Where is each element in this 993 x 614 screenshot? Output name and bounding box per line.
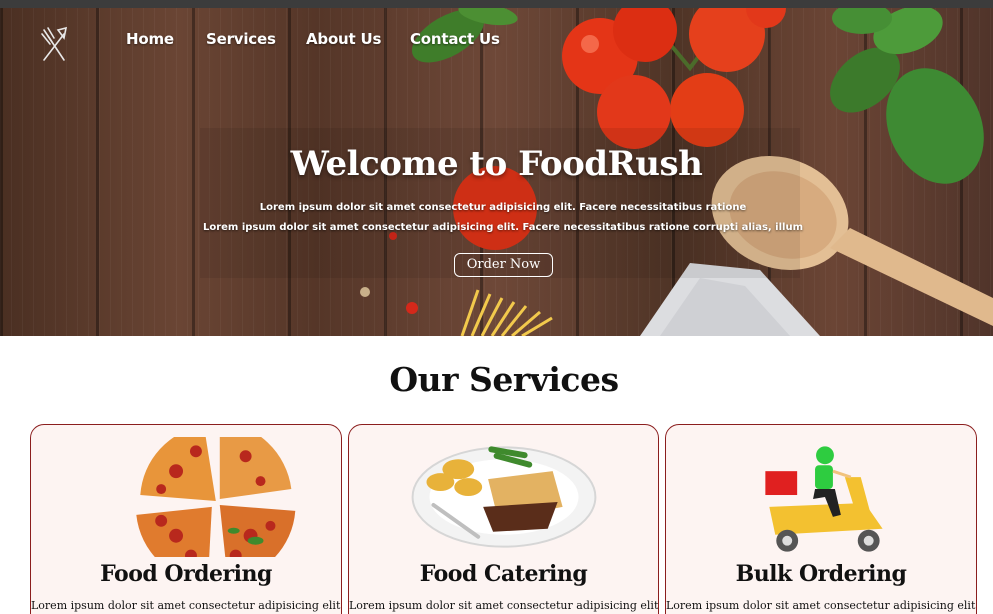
nav-home-link[interactable]: Home	[126, 30, 174, 48]
food-plate-image	[411, 446, 597, 548]
hero-description-line-2: Lorem ipsum dolor sit amet consectetur a…	[202, 222, 804, 233]
card-title: Food Catering	[419, 561, 588, 587]
fork-knife-icon[interactable]	[38, 24, 70, 64]
card-title: Food Ordering	[100, 561, 272, 587]
hero-title: Welcome to FoodRush	[290, 144, 703, 184]
card-description: Lorem ipsum dolor sit amet consectetur a…	[666, 599, 977, 612]
browser-top-strip	[0, 0, 993, 8]
nav-services-link[interactable]: Services	[206, 30, 276, 48]
main-navigation: Home Services About Us Contact Us	[0, 8, 993, 72]
services-section-title: Our Services	[389, 360, 619, 399]
delivery-scooter-image	[765, 446, 883, 552]
service-card-food-ordering[interactable]: Food Ordering Lorem ipsum dolor sit amet…	[30, 424, 342, 614]
order-now-button[interactable]: Order Now	[454, 253, 553, 277]
service-card-food-catering[interactable]: Food Catering Lorem ipsum dolor sit amet…	[348, 424, 659, 614]
hero-description-line-1: Lorem ipsum dolor sit amet consectetur a…	[259, 202, 747, 213]
pizza-image	[136, 437, 296, 557]
hero-banner: Home Services About Us Contact Us Welcom…	[0, 8, 993, 336]
nav-contact-us-link[interactable]: Contact Us	[410, 30, 500, 48]
card-description: Lorem ipsum dolor sit amet consectetur a…	[31, 599, 342, 612]
nav-about-us-link[interactable]: About Us	[306, 30, 381, 48]
service-card-bulk-ordering[interactable]: Bulk Ordering Lorem ipsum dolor sit amet…	[665, 424, 977, 614]
card-description: Lorem ipsum dolor sit amet consectetur a…	[349, 599, 659, 612]
card-title: Bulk Ordering	[735, 561, 907, 587]
